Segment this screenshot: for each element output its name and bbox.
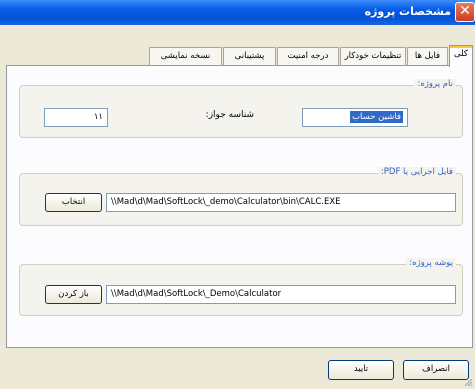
tab-general[interactable]: کلی: [449, 45, 473, 67]
executable-file-group: فایل اجرایی یا PDF: انتخاب \\Mad\d\Mad\S…: [19, 167, 463, 226]
close-icon: ✕: [459, 3, 471, 19]
license-id-field[interactable]: ۱۱: [44, 108, 108, 127]
license-id-label: شناسه جواز:: [205, 110, 254, 120]
cancel-button[interactable]: انصراف: [403, 360, 469, 380]
project-folder-input[interactable]: \\Mad\d\Mad\SoftLock\_Demo\Calculator: [106, 285, 456, 304]
project-name-legend: نام پروژه:: [414, 79, 456, 89]
tab-files[interactable]: فایل ها: [407, 47, 448, 66]
close-button[interactable]: ✕: [455, 2, 475, 22]
resize-grip-icon[interactable]: [463, 377, 473, 387]
executable-path-input[interactable]: \\Mad\d\Mad\SoftLock\_demo\Calculator\bi…: [106, 193, 456, 212]
title-bar[interactable]: ✕ مشخصات پروژه: [0, 0, 475, 25]
ok-button[interactable]: تایید: [328, 360, 394, 380]
tab-auto-settings[interactable]: تنظیمات خودکار: [340, 47, 406, 66]
browse-button[interactable]: انتخاب: [45, 193, 102, 212]
open-folder-button[interactable]: باز کردن: [45, 285, 102, 304]
project-folder-group: پوشه پروژه: باز کردن \\Mad\d\Mad\SoftLoc…: [19, 258, 463, 316]
project-name-group: نام پروژه: فاشین حساب شناسه جواز: ۱۱: [19, 79, 463, 138]
tab-security-level[interactable]: درجه امنیت: [277, 47, 339, 66]
tab-panel-general: نام پروژه: فاشین حساب شناسه جواز: ۱۱ فای…: [6, 65, 473, 348]
project-name-input[interactable]: فاشین حساب: [302, 108, 408, 127]
executable-file-legend: فایل اجرایی یا PDF:: [377, 167, 456, 177]
project-name-value: فاشین حساب: [350, 111, 403, 123]
tab-demo-version[interactable]: نسخه نمایشی: [149, 47, 222, 66]
tab-support[interactable]: پشتیبانی: [223, 47, 276, 66]
project-folder-legend: پوشه پروژه:: [406, 258, 456, 268]
project-properties-dialog: ✕ مشخصات پروژه کلی فایل ها تنظیمات خودکا…: [0, 0, 475, 389]
window-title: مشخصات پروژه: [364, 5, 451, 18]
tab-strip: کلی فایل ها تنظیمات خودکار درجه امنیت پش…: [0, 45, 475, 67]
